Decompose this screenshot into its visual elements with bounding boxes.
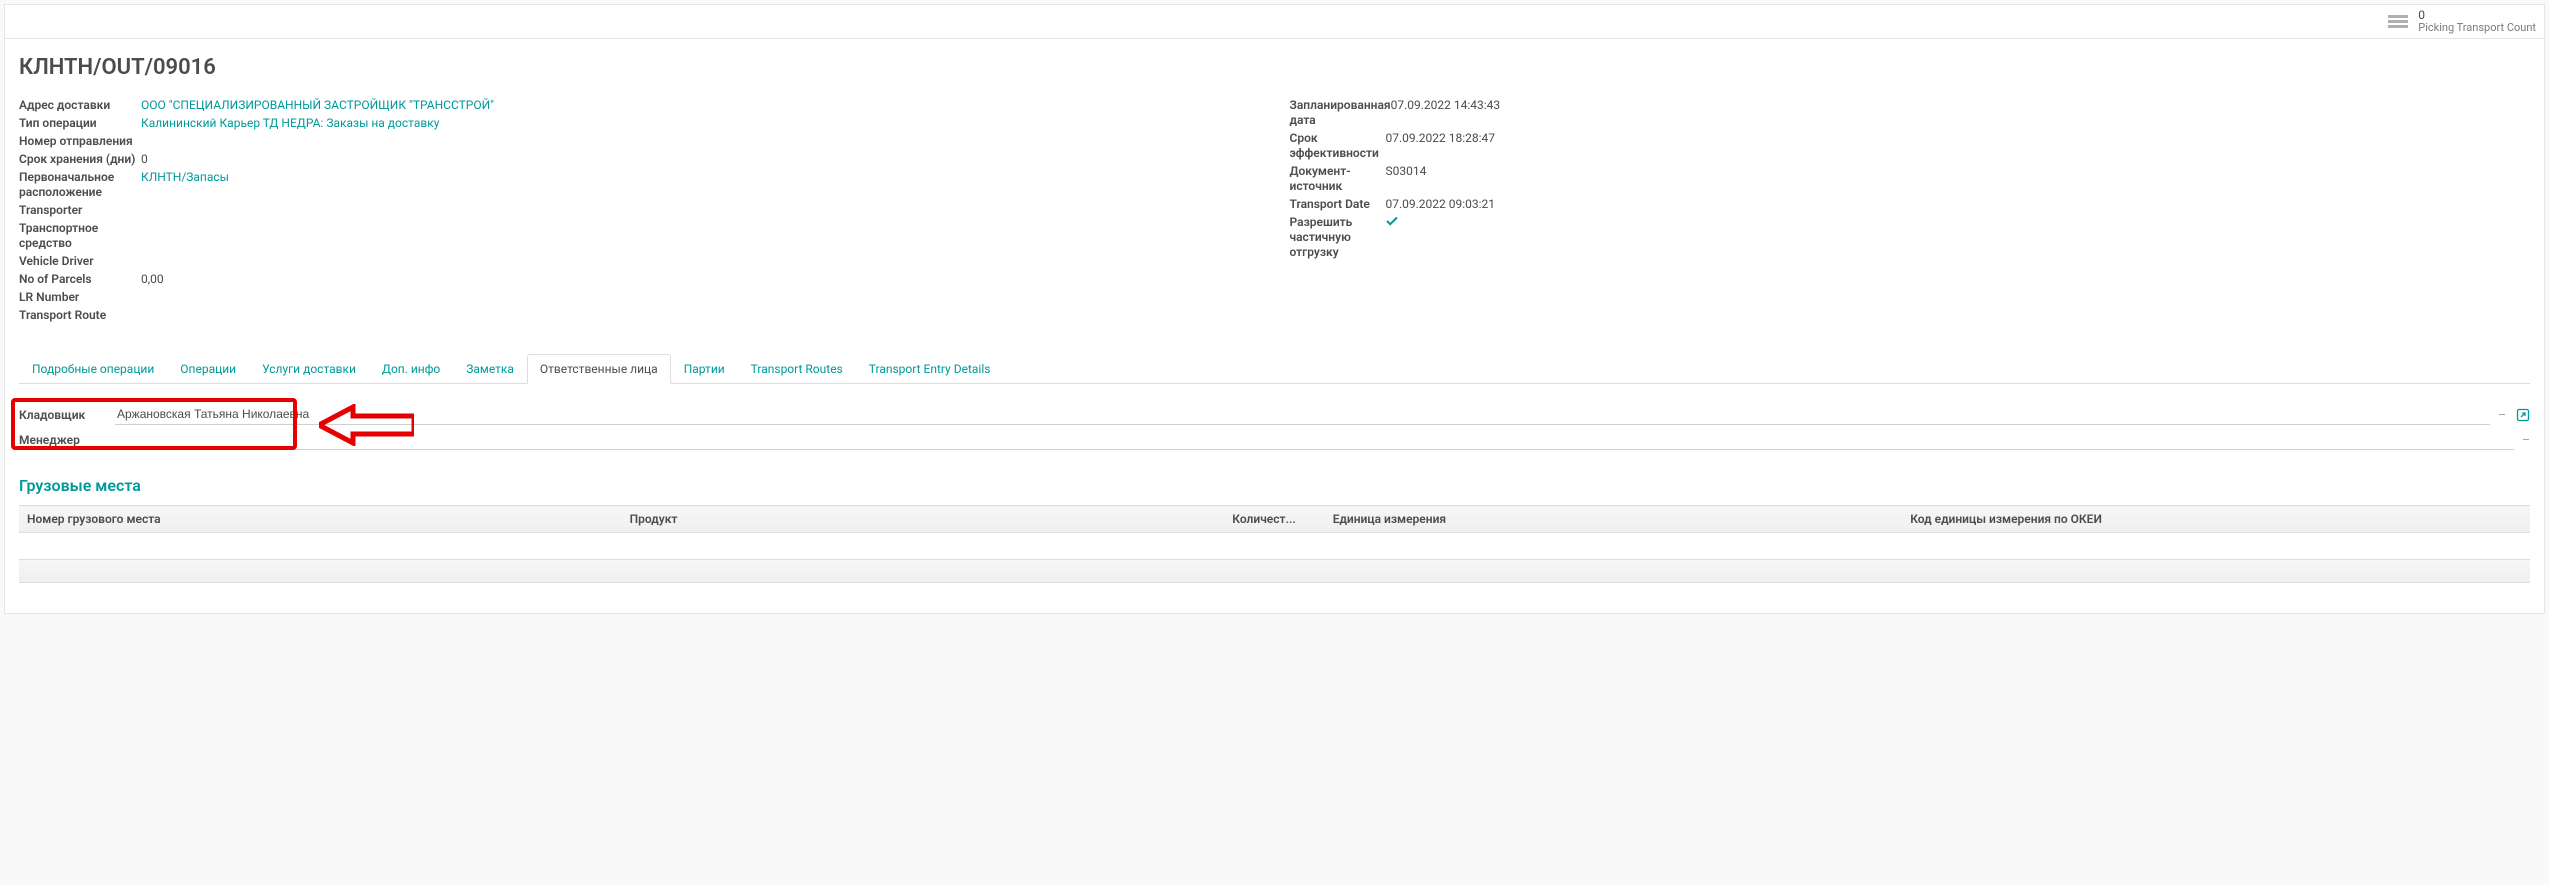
stat-label: Picking Transport Count bbox=[2418, 22, 2536, 34]
left-fields: Адрес доставки ООО "СПЕЦИАЛИЗИРОВАННЫЙ З… bbox=[19, 98, 1260, 326]
tabs: Подробные операцииОперацииУслуги доставк… bbox=[19, 354, 2530, 384]
storekeeper-input[interactable] bbox=[115, 404, 2490, 425]
shipment-no-label: Номер отправления bbox=[19, 134, 141, 149]
delivery-address-label: Адрес доставки bbox=[19, 98, 141, 113]
tab-ops[interactable]: Операции bbox=[167, 354, 249, 384]
form-sheet: 0 Picking Transport Count КЛНТН/OUT/0901… bbox=[4, 4, 2545, 614]
transport-date-label: Transport Date bbox=[1290, 197, 1386, 212]
transport-route-label: Transport Route bbox=[19, 308, 141, 323]
storekeeper-label: Кладовщик bbox=[19, 408, 115, 422]
lr-number-label: LR Number bbox=[19, 290, 141, 305]
tab-delivery[interactable]: Услуги доставки bbox=[249, 354, 369, 384]
manager-label: Менеджер bbox=[19, 433, 115, 447]
manager-input[interactable] bbox=[115, 429, 2514, 450]
tab-responsible[interactable]: Ответственные лица bbox=[527, 354, 671, 384]
cargo-table-footer bbox=[19, 559, 2530, 583]
deadline-value: 07.09.2022 18:28:47 bbox=[1386, 131, 2531, 161]
source-doc-label: Документ-источник bbox=[1290, 164, 1386, 194]
picking-transport-count-stat[interactable]: 0 Picking Transport Count bbox=[2388, 9, 2536, 34]
right-fields: Запланированная дата 07.09.2022 14:43:43… bbox=[1290, 98, 2531, 326]
transport-route-value bbox=[141, 308, 1260, 323]
delivery-address-link[interactable]: ООО "СПЕЦИАЛИЗИРОВАННЫЙ ЗАСТРОЙЩИК "ТРАН… bbox=[141, 98, 494, 112]
list-icon bbox=[2388, 14, 2408, 30]
deadline-label: Срок эффективности bbox=[1290, 131, 1386, 161]
cargo-table: Номер грузового места Продукт Количест..… bbox=[19, 505, 2530, 559]
initial-location-link[interactable]: КЛНТН/Запасы bbox=[141, 170, 229, 184]
cargo-col-product[interactable]: Продукт bbox=[622, 506, 1225, 533]
cargo-col-qty[interactable]: Количест... bbox=[1224, 506, 1324, 533]
cargo-col-uom[interactable]: Единица измерения bbox=[1325, 506, 1903, 533]
transporter-value bbox=[141, 203, 1260, 218]
external-link-icon[interactable] bbox=[2516, 408, 2530, 422]
tab-detailed[interactable]: Подробные операции bbox=[19, 354, 167, 384]
transporter-label: Transporter bbox=[19, 203, 141, 218]
storage-days-value: 0 bbox=[141, 152, 1260, 167]
allow-partial-label: Разрешить частичную отгрузку bbox=[1290, 215, 1386, 260]
cargo-col-okei[interactable]: Код единицы измерения по ОКЕИ bbox=[1902, 506, 2530, 533]
driver-value bbox=[141, 254, 1260, 269]
initial-location-label: Первоначальное расположение bbox=[19, 170, 141, 200]
cargo-section-title: Грузовые места bbox=[19, 476, 2530, 495]
remove-manager-dash[interactable]: – bbox=[2522, 433, 2530, 447]
remove-storekeeper-dash[interactable]: – bbox=[2498, 408, 2506, 422]
vehicle-label: Транспортное средство bbox=[19, 221, 141, 251]
page-title: КЛНТН/OUT/09016 bbox=[19, 55, 2530, 80]
driver-label: Vehicle Driver bbox=[19, 254, 141, 269]
tab-tentry[interactable]: Transport Entry Details bbox=[856, 354, 1004, 384]
check-icon bbox=[1386, 215, 1398, 227]
operation-type-link-1[interactable]: Калининский Карьер ТД НЕДРА: bbox=[141, 116, 323, 130]
planned-date-label: Запланированная дата bbox=[1290, 98, 1391, 128]
tab-batches[interactable]: Партии bbox=[671, 354, 738, 384]
tab-note[interactable]: Заметка bbox=[453, 354, 527, 384]
vehicle-value bbox=[141, 221, 1260, 251]
transport-date-value: 07.09.2022 09:03:21 bbox=[1386, 197, 2531, 212]
tab-addinfo[interactable]: Доп. инфо bbox=[369, 354, 453, 384]
table-row bbox=[19, 533, 2530, 559]
cargo-col-number[interactable]: Номер грузового места bbox=[19, 506, 622, 533]
lr-number-value bbox=[141, 290, 1260, 305]
parcels-value: 0,00 bbox=[141, 272, 1260, 287]
responsible-panel: Кладовщик – Менеджер – bbox=[19, 404, 2530, 450]
shipment-no-value bbox=[141, 134, 1260, 149]
planned-date-value: 07.09.2022 14:43:43 bbox=[1391, 98, 2530, 128]
source-doc-value: S03014 bbox=[1386, 164, 2531, 194]
stat-bar: 0 Picking Transport Count bbox=[5, 5, 2544, 39]
tab-troutes[interactable]: Transport Routes bbox=[738, 354, 856, 384]
storage-days-label: Срок хранения (дни) bbox=[19, 152, 141, 167]
parcels-label: No of Parcels bbox=[19, 272, 141, 287]
operation-type-link-2[interactable]: Заказы на доставку bbox=[326, 116, 439, 130]
operation-type-label: Тип операции bbox=[19, 116, 141, 131]
